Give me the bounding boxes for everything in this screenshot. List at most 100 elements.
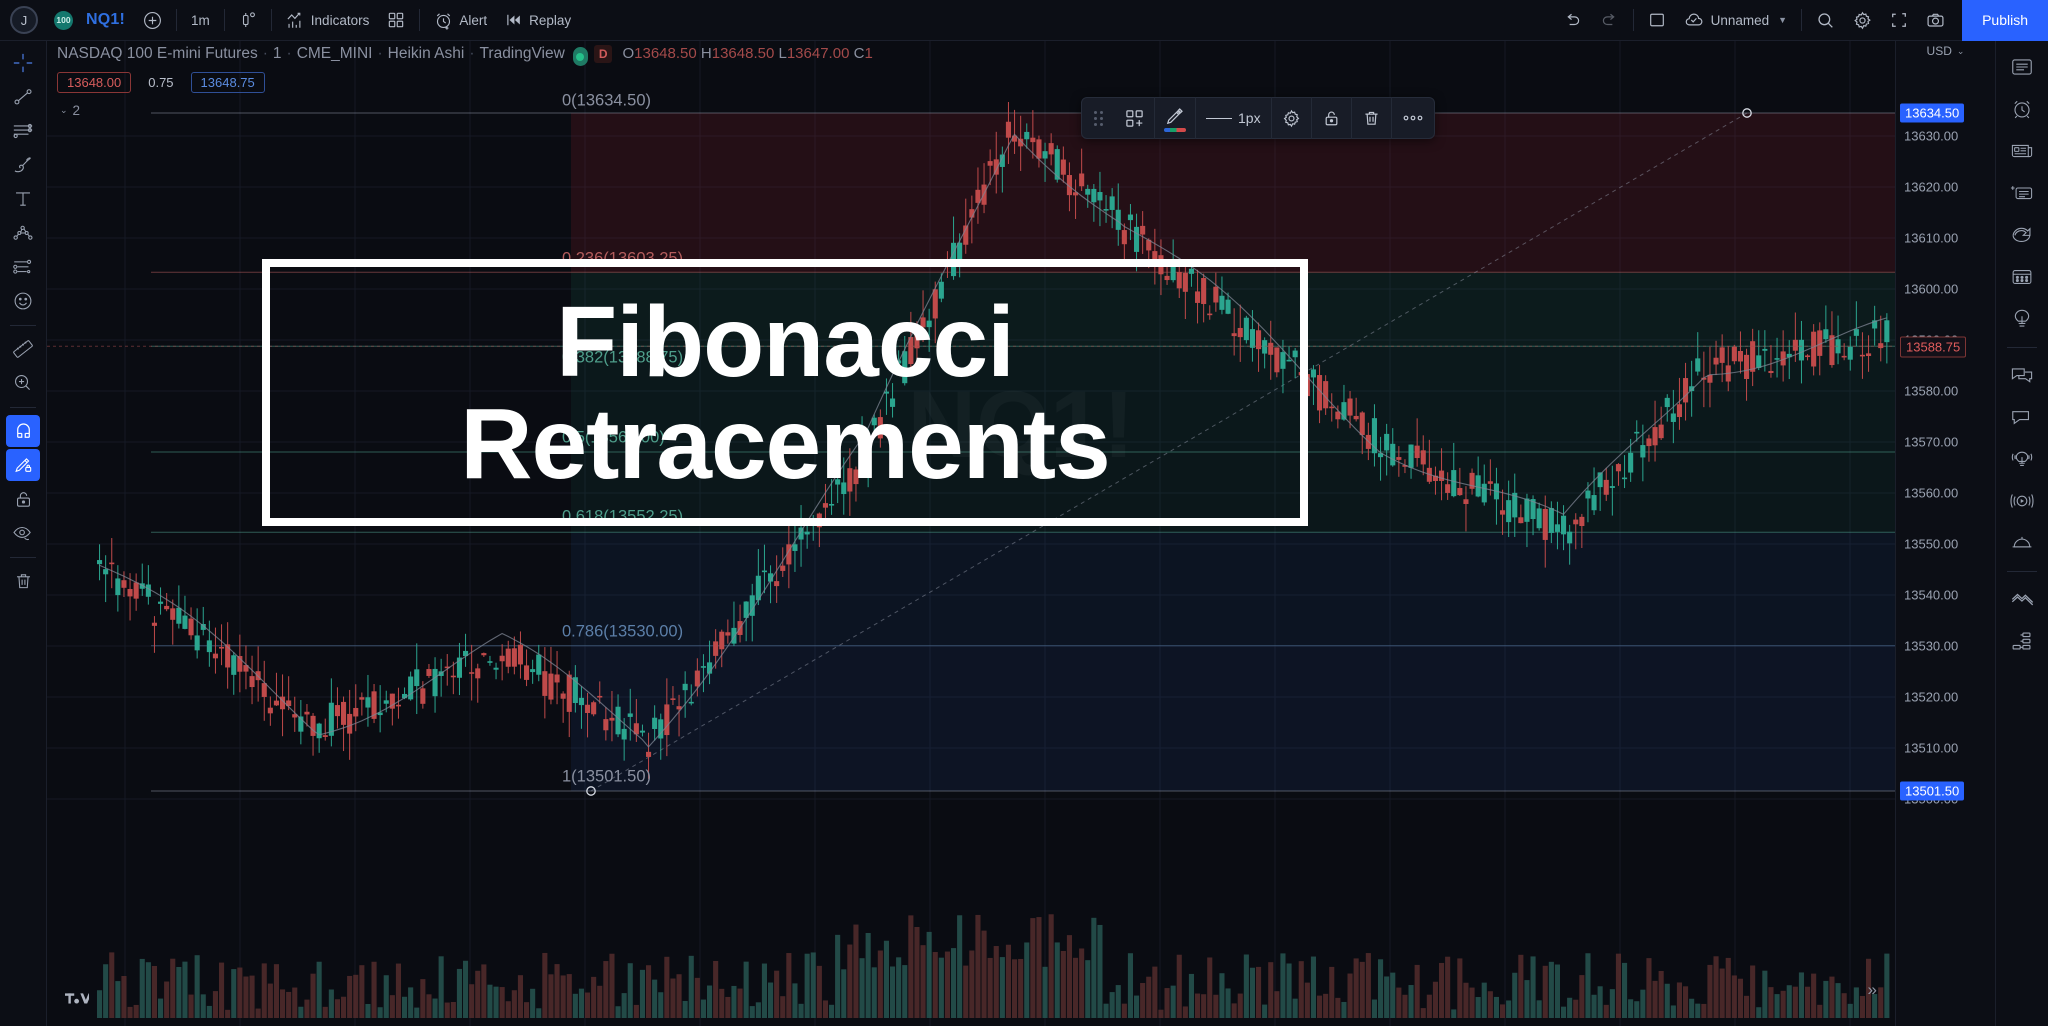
more-options-button[interactable]	[1392, 97, 1434, 139]
chart-area[interactable]: NQ1! NASDAQ 100 E-mini Futures · 1 · CME…	[47, 41, 1995, 1026]
scroll-to-realtime-button[interactable]: »	[1868, 980, 1877, 1000]
horizontal-lines-icon-button[interactable]	[6, 115, 40, 147]
notifications-icon-button[interactable]	[2003, 523, 2041, 563]
gear-icon	[1282, 109, 1301, 128]
settings-button[interactable]	[1844, 4, 1881, 36]
last-price-label[interactable]: 13588.75	[1900, 336, 1967, 358]
price-tick: 13530.00	[1904, 638, 1959, 654]
chevron-down-icon[interactable]: ⌄	[60, 105, 68, 116]
legend-interval[interactable]: 1	[273, 45, 282, 63]
ruler-icon-button[interactable]	[6, 333, 40, 365]
indicator-templates-button[interactable]	[378, 4, 414, 36]
legend-indicator-row[interactable]: ⌄ 2	[57, 103, 873, 118]
stay-in-drawing-mode-icon-button[interactable]	[6, 449, 40, 481]
orderflow-icon-button[interactable]	[2003, 579, 2041, 619]
price-tick: 13510.00	[1904, 740, 1959, 756]
overlay-title-line1: Fibonacci	[556, 285, 1015, 398]
overlay-title-line2: Retracements	[460, 387, 1110, 500]
text-icon-button[interactable]	[6, 183, 40, 215]
indicators-icon	[286, 11, 305, 30]
legend-data-source[interactable]: TradingView	[480, 45, 565, 63]
snapshot-button[interactable]	[1917, 4, 1954, 36]
line-thickness-button[interactable]: 1px	[1196, 97, 1272, 139]
fullscreen-button[interactable]	[1881, 4, 1917, 36]
tradingview-logo-icon[interactable]	[65, 988, 92, 1008]
add-symbol-button[interactable]	[134, 4, 171, 36]
chats-icon-button[interactable]	[2003, 355, 2041, 395]
divider	[10, 325, 36, 326]
zoom-in-icon	[12, 372, 34, 394]
prediction-icon-button[interactable]	[6, 251, 40, 283]
saved-layout-button[interactable]: Unnamed ▼	[1675, 4, 1796, 36]
zoom-in-icon-button[interactable]	[6, 367, 40, 399]
redo-button[interactable]	[1591, 4, 1628, 36]
emoji-icon	[12, 290, 34, 312]
floating-drawing-toolbar[interactable]: 1px	[1081, 97, 1435, 139]
legend-symbol-name[interactable]: NASDAQ 100 E-mini Futures	[57, 45, 258, 63]
drawing-color-button[interactable]	[1155, 97, 1196, 139]
chart-pane[interactable]	[47, 41, 1895, 1026]
symbol-button[interactable]: 100 NQ1!	[50, 4, 134, 36]
layouts-button[interactable]	[1639, 4, 1675, 36]
interval-button[interactable]: 1m	[182, 4, 219, 36]
lock-drawings-icon-button[interactable]	[6, 483, 40, 515]
patterns-icon-button[interactable]	[6, 217, 40, 249]
drag-handle[interactable]	[1082, 110, 1115, 126]
avatar[interactable]: J	[10, 6, 38, 34]
price-scale[interactable]: USD ⌄ 13630.00 13620.00 13610.00 13600.00 13…	[1895, 41, 1995, 1026]
stream-icon-button[interactable]	[2003, 481, 2041, 521]
brush-icon-button[interactable]	[6, 149, 40, 181]
alarm-clock-icon	[434, 11, 453, 30]
drawing-settings-button[interactable]	[1272, 97, 1312, 139]
legend-price-chips: 13648.00 0.75 13648.75	[57, 72, 873, 93]
indicators-button[interactable]: Indicators	[277, 4, 379, 36]
watchlist-icon-button[interactable]	[2003, 47, 2041, 87]
price-tick: 13580.00	[1904, 383, 1959, 399]
calendar-icon-button[interactable]	[2003, 257, 2041, 297]
price-range-label[interactable]: 13501.50	[1900, 781, 1965, 801]
lock-drawing-button[interactable]	[1312, 97, 1352, 139]
ohlc-h-key: H	[700, 45, 712, 62]
horizontal-lines-icon	[12, 120, 34, 142]
price-scale-currency[interactable]: USD ⌄	[1896, 41, 1995, 61]
bid-chip[interactable]: 13648.00	[57, 72, 132, 93]
price-tick: 13520.00	[1904, 689, 1959, 705]
unlock-icon	[1322, 109, 1341, 128]
hotlist-icon-button[interactable]	[2003, 215, 2041, 255]
replay-button[interactable]: Replay	[496, 4, 580, 36]
separator: ·	[262, 44, 268, 62]
chart-style-button[interactable]	[230, 4, 266, 36]
object-tree-icon-button[interactable]	[2003, 621, 2041, 661]
trend-line-icon-button[interactable]	[6, 81, 40, 113]
stream-icon	[2010, 489, 2034, 513]
data-window-icon-button[interactable]	[2003, 173, 2041, 213]
chevron-down-icon: ⌄	[1956, 45, 1965, 56]
delete-drawing-button[interactable]	[1352, 97, 1392, 139]
magnet-icon-button[interactable]	[6, 415, 40, 447]
broadcasts-icon-button[interactable]	[2003, 439, 2041, 479]
undo-button[interactable]	[1554, 4, 1591, 36]
legend-chart-style[interactable]: Heikin Ashi	[388, 45, 465, 63]
private-chats-icon-button[interactable]	[2003, 397, 2041, 437]
remove-drawings-icon-button[interactable]	[6, 565, 40, 597]
price-range-label[interactable]: 13634.50	[1900, 103, 1965, 123]
hide-drawings-icon-button[interactable]	[6, 517, 40, 549]
price-tick: 13630.00	[1904, 128, 1959, 144]
alert-button[interactable]: Alert	[425, 4, 496, 36]
ideas-icon-button[interactable]	[2003, 299, 2041, 339]
add-to-favorites-button[interactable]	[1115, 97, 1155, 139]
news-icon-button[interactable]	[2003, 131, 2041, 171]
search-button[interactable]	[1807, 4, 1844, 36]
stay-in-drawing-mode-icon	[13, 455, 34, 476]
alerts-icon-button[interactable]	[2003, 89, 2041, 129]
legend-exchange[interactable]: CME_MINI	[297, 45, 373, 63]
ask-chip[interactable]: 13648.75	[190, 72, 265, 93]
publish-button[interactable]: Publish	[1962, 0, 2048, 41]
redo-icon	[1600, 11, 1619, 30]
emoji-icon-button[interactable]	[6, 285, 40, 317]
lock-drawings-icon	[13, 489, 34, 510]
symbol-label: NQ1!	[86, 11, 126, 28]
object-tree-icon	[2010, 629, 2034, 653]
ohlc-h-value: 13648.50	[711, 45, 775, 62]
cross-cursor-icon-button[interactable]	[6, 47, 40, 79]
